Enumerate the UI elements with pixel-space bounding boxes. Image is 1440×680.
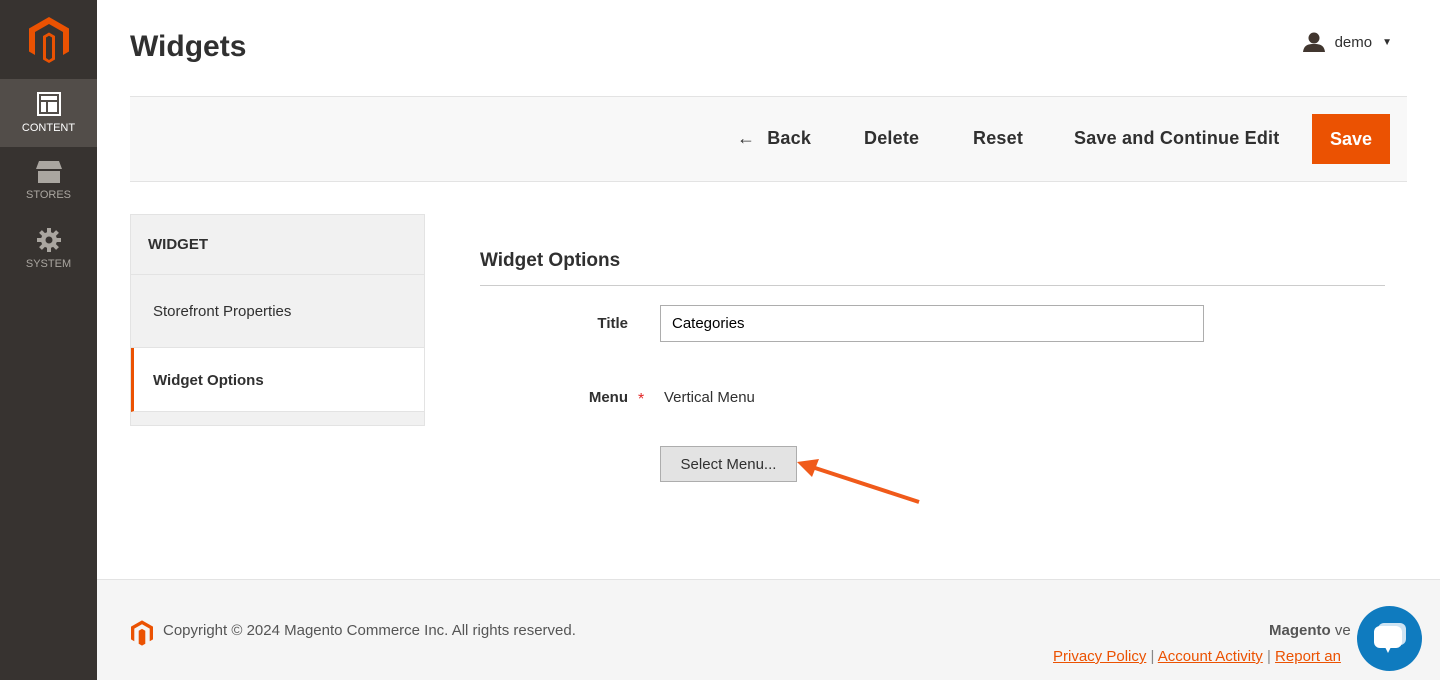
chevron-down-icon: ▼ <box>1382 36 1392 48</box>
save-button[interactable]: Save <box>1312 114 1390 164</box>
magento-logo[interactable] <box>0 0 97 79</box>
tab-widget-options[interactable]: Widget Options <box>131 348 424 412</box>
report-issue-link[interactable]: Report an <box>1275 648 1341 665</box>
privacy-policy-link[interactable]: Privacy Policy <box>1053 648 1146 665</box>
sidebar-item-label: CONTENT <box>21 122 76 134</box>
save-continue-button[interactable]: Save and Continue Edit <box>1074 128 1279 149</box>
tabs-heading: WIDGET <box>131 215 424 275</box>
back-button[interactable]: ← Back <box>737 128 811 149</box>
store-icon <box>35 161 62 183</box>
magento-footer-logo <box>131 620 153 646</box>
user-icon <box>1302 32 1325 52</box>
tab-storefront-properties[interactable]: Storefront Properties <box>131 275 424 348</box>
menu-label: Menu <box>588 389 628 406</box>
version: Magento ve <box>1269 622 1351 639</box>
sidebar-item-label: SYSTEM <box>25 258 72 270</box>
title-input[interactable] <box>660 305 1204 342</box>
gear-icon <box>36 228 61 252</box>
footer: Copyright © 2024 Magento Commerce Inc. A… <box>97 579 1440 680</box>
annotation-arrow-icon <box>797 459 920 504</box>
page-title: Widgets <box>130 30 247 63</box>
account-activity-link[interactable]: Account Activity <box>1158 648 1263 665</box>
layout-icon <box>36 92 61 116</box>
required-asterisk: * <box>638 391 645 408</box>
sidebar-item-system[interactable]: SYSTEM <box>0 215 97 283</box>
chat-icon <box>1373 622 1406 653</box>
delete-button[interactable]: Delete <box>864 128 919 149</box>
sidebar: CONTENT STORES SYSTEM <box>0 0 97 680</box>
select-menu-button[interactable]: Select Menu... <box>660 446 797 482</box>
copyright: Copyright © 2024 Magento Commerce Inc. A… <box>163 622 576 639</box>
sidebar-item-label: STORES <box>25 189 72 201</box>
user-menu[interactable]: demo ▼ <box>1302 32 1392 52</box>
menu-value: Vertical Menu <box>664 389 755 406</box>
sidebar-item-stores[interactable]: STORES <box>0 147 97 215</box>
user-name: demo <box>1334 33 1373 51</box>
widget-tabs: WIDGET Storefront Properties Widget Opti… <box>130 214 425 426</box>
page-actions: ← Back Delete Reset Save and Continue Edi… <box>130 96 1407 182</box>
footer-links: Privacy Policy | Account Activity | Repo… <box>1053 648 1341 665</box>
section-title: Widget Options <box>480 250 1385 286</box>
chat-button[interactable] <box>1357 606 1422 671</box>
sidebar-item-content[interactable]: CONTENT <box>0 79 97 147</box>
title-label: Title <box>597 315 628 332</box>
arrow-left-icon: ← <box>737 128 756 148</box>
reset-button[interactable]: Reset <box>973 128 1023 149</box>
